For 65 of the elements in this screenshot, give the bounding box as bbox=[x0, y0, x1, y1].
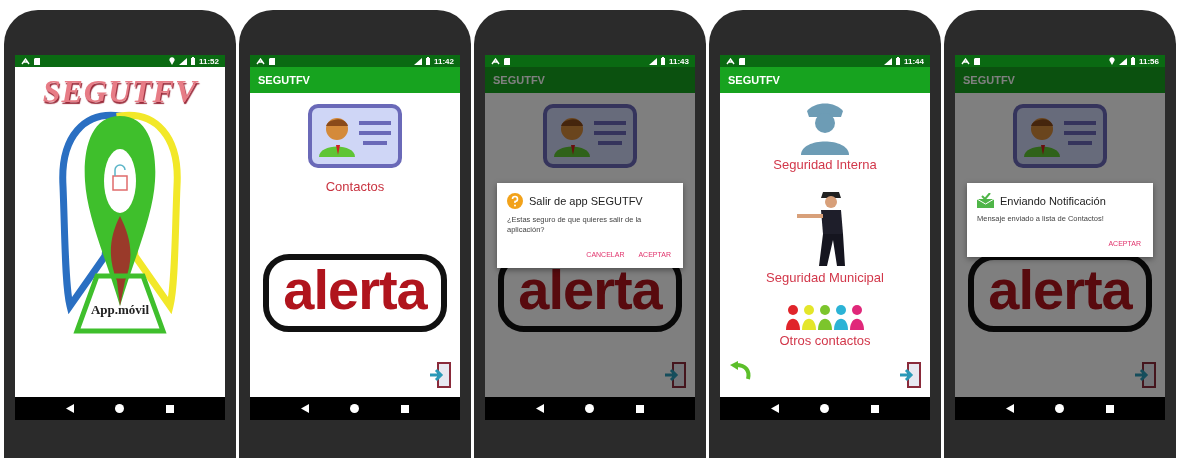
status-time: 11:43 bbox=[668, 56, 689, 66]
location-icon bbox=[1108, 57, 1115, 65]
sd-card-icon bbox=[269, 57, 275, 65]
home-icon[interactable] bbox=[585, 404, 595, 413]
app-title: SEGUTFV bbox=[493, 74, 545, 86]
exit-icon[interactable] bbox=[428, 361, 452, 389]
app-title: SEGUTFV bbox=[258, 74, 310, 86]
recents-icon[interactable] bbox=[1106, 404, 1115, 413]
question-icon bbox=[507, 193, 523, 209]
battery-icon bbox=[190, 57, 195, 65]
envelope-check-icon bbox=[977, 193, 994, 208]
menu-label[interactable]: Contactos bbox=[325, 179, 385, 194]
contact-card-icon[interactable] bbox=[307, 103, 403, 169]
contact-card-icon[interactable] bbox=[1012, 103, 1108, 169]
battery-icon bbox=[1130, 57, 1135, 65]
sd-card-icon bbox=[974, 57, 980, 65]
notification-icon bbox=[961, 57, 970, 65]
back-icon[interactable] bbox=[770, 404, 779, 413]
signal-icon bbox=[413, 57, 422, 65]
back-icon[interactable] bbox=[535, 404, 544, 413]
exit-icon[interactable] bbox=[663, 361, 687, 389]
recents-icon[interactable] bbox=[166, 404, 175, 413]
battery-icon bbox=[895, 57, 900, 65]
app-title: SEGUTFV bbox=[963, 74, 1015, 86]
status-time: 11:56 bbox=[1138, 56, 1159, 66]
signal-icon bbox=[1118, 57, 1127, 65]
contact-card-icon[interactable] bbox=[542, 103, 638, 169]
option-label[interactable]: Seguridad Municipal bbox=[766, 270, 884, 285]
people-group-icon[interactable] bbox=[785, 303, 865, 331]
signal-icon bbox=[178, 57, 187, 65]
back-icon[interactable] bbox=[1005, 404, 1014, 413]
signal-icon bbox=[648, 57, 657, 65]
recents-icon[interactable] bbox=[636, 404, 645, 413]
notification-icon bbox=[256, 57, 265, 65]
status-time: 11:44 bbox=[903, 56, 924, 66]
home-icon[interactable] bbox=[115, 404, 125, 413]
option-label[interactable]: Otros contactos bbox=[779, 333, 871, 348]
logo-title: SEGUTFV bbox=[42, 73, 198, 110]
location-icon bbox=[168, 57, 175, 65]
status-time: 11:52 bbox=[198, 56, 219, 66]
battery-icon bbox=[660, 57, 665, 65]
sd-card-icon bbox=[739, 57, 745, 65]
dialog-title: Salir de app SEGUTFV bbox=[529, 195, 643, 207]
home-icon[interactable] bbox=[350, 404, 360, 413]
logo-caption: App.móvil bbox=[90, 302, 150, 318]
battery-icon bbox=[425, 57, 430, 65]
dialog-title: Enviando Notificación bbox=[1000, 194, 1106, 207]
signal-icon bbox=[883, 57, 892, 65]
exit-icon[interactable] bbox=[898, 361, 922, 389]
option-label[interactable]: Seguridad Interna bbox=[773, 157, 877, 172]
back-icon[interactable] bbox=[65, 404, 74, 413]
notification-icon bbox=[726, 57, 735, 65]
notification-icon bbox=[491, 57, 500, 65]
back-icon[interactable] bbox=[300, 404, 309, 413]
sd-card-icon bbox=[504, 57, 510, 65]
notification-icon bbox=[21, 57, 30, 65]
brand-logo[interactable]: alerta bbox=[263, 254, 447, 332]
home-icon[interactable] bbox=[820, 404, 830, 413]
home-icon[interactable] bbox=[1055, 404, 1065, 413]
status-time: 11:42 bbox=[433, 56, 454, 66]
app-title: SEGUTFV bbox=[728, 74, 780, 86]
exit-icon[interactable] bbox=[1133, 361, 1157, 389]
recents-icon[interactable] bbox=[871, 404, 880, 413]
recents-icon[interactable] bbox=[401, 404, 410, 413]
sd-card-icon bbox=[34, 57, 40, 65]
